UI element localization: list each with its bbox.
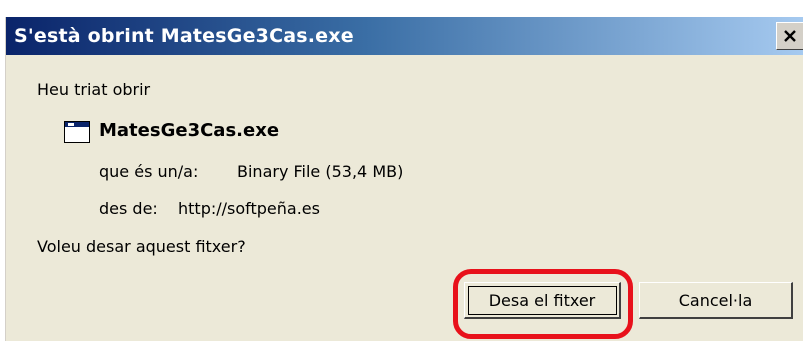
intro-text: Heu triat obrir <box>37 80 151 99</box>
close-button[interactable] <box>776 22 803 50</box>
screenshot-stage: S'està obrint MatesGe3Cas.exe Heu triat … <box>0 0 803 341</box>
download-dialog: S'està obrint MatesGe3Cas.exe Heu triat … <box>5 17 803 341</box>
dialog-titlebar[interactable]: S'està obrint MatesGe3Cas.exe <box>6 17 803 55</box>
file-type-value: Binary File (53,4 MB) <box>237 162 404 181</box>
file-name: MatesGe3Cas.exe <box>99 120 280 141</box>
dialog-title: S'està obrint MatesGe3Cas.exe <box>14 25 354 47</box>
question-text: Voleu desar aquest fitxer? <box>37 237 246 256</box>
close-icon <box>784 30 796 42</box>
source-label: des de: <box>99 199 158 218</box>
cancel-button[interactable]: Cancel·la <box>639 282 793 319</box>
application-window-icon <box>64 121 90 143</box>
save-file-button[interactable]: Desa el fitxer <box>464 282 621 319</box>
file-type-label: que és un/a: <box>99 162 199 181</box>
source-url: http://softpeña.es <box>178 199 320 218</box>
